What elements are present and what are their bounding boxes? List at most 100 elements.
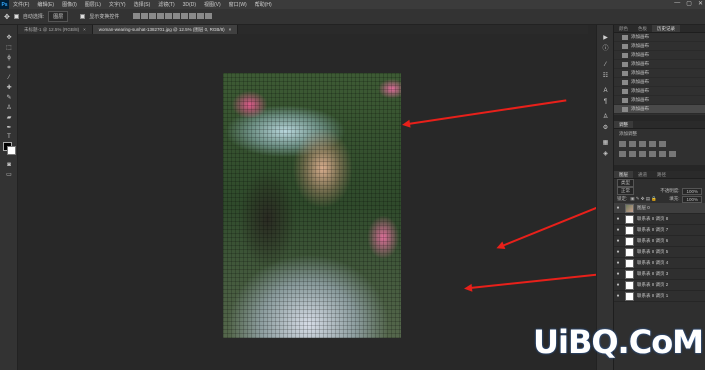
- layer-row[interactable]: ● 联系表 II 调页 6: [614, 236, 705, 247]
- layer-kind-dropdown[interactable]: 类型: [617, 179, 634, 187]
- history-item[interactable]: 添加画布: [614, 87, 705, 96]
- visibility-eye-icon[interactable]: ●: [614, 227, 622, 233]
- menu-layer[interactable]: 图层(L): [81, 1, 105, 8]
- crop-tool-icon[interactable]: ⌗: [4, 64, 14, 72]
- brush-tool-icon[interactable]: ✎: [4, 94, 14, 102]
- fill-field[interactable]: 100%: [682, 195, 702, 203]
- tab-paths[interactable]: 路径: [652, 171, 671, 178]
- lock-icons[interactable]: ▣ ✎ ✥ ▤ 🔒: [630, 196, 657, 202]
- opacity-field[interactable]: 100%: [682, 187, 702, 195]
- distribute-icon[interactable]: [181, 12, 189, 19]
- layer-row[interactable]: ● 联系表 II 调页 2: [614, 280, 705, 291]
- paragraph-icon[interactable]: A: [601, 87, 610, 95]
- clone-source-icon[interactable]: ♙: [601, 113, 610, 121]
- history-item[interactable]: 添加画布: [614, 60, 705, 69]
- layer-row[interactable]: ● 联系表 II 调页 1: [614, 291, 705, 302]
- mosaic-photo-woman-sunhat[interactable]: [223, 73, 401, 338]
- layer-row[interactable]: ● 联系表 II 调页 5: [614, 247, 705, 258]
- tab-swatches[interactable]: 色板: [633, 25, 652, 32]
- pen-tool-icon[interactable]: ✒: [4, 124, 14, 132]
- history-item[interactable]: 添加画布: [614, 96, 705, 105]
- tab-adjustments[interactable]: 调整: [614, 121, 633, 128]
- background-color-swatch[interactable]: [7, 146, 16, 155]
- tab-color[interactable]: 颜色: [614, 25, 633, 32]
- visibility-eye-icon[interactable]: ●: [614, 282, 622, 288]
- lasso-tool-icon[interactable]: ϕ: [4, 54, 14, 62]
- curves-icon[interactable]: [639, 141, 646, 147]
- align-middle-icon[interactable]: [165, 12, 173, 19]
- menu-help[interactable]: 帮助(H): [251, 1, 276, 8]
- visibility-eye-icon[interactable]: ●: [614, 260, 622, 266]
- visibility-eye-icon[interactable]: ●: [614, 216, 622, 222]
- tab-history[interactable]: 历史记录: [652, 25, 680, 32]
- more-options-icon[interactable]: [205, 12, 213, 19]
- maximize-button[interactable]: ▢: [686, 0, 692, 7]
- visibility-eye-icon[interactable]: ●: [614, 238, 622, 244]
- libraries-icon[interactable]: ▦: [601, 139, 610, 147]
- align-bottom-icon[interactable]: [173, 12, 181, 19]
- color-balance-icon[interactable]: [629, 151, 636, 157]
- vibrance-icon[interactable]: [659, 141, 666, 147]
- align-top-icon[interactable]: [157, 12, 165, 19]
- tab-layers[interactable]: 图层: [614, 171, 633, 178]
- bw-icon[interactable]: [639, 151, 646, 157]
- layer-row[interactable]: ● 图层 0: [614, 203, 705, 214]
- menu-filter[interactable]: 滤镜(T): [154, 1, 178, 8]
- layer-row[interactable]: ● 联系表 II 调页 3: [614, 269, 705, 280]
- menu-3d[interactable]: 3D(D): [179, 2, 200, 8]
- tab-close-icon[interactable]: ×: [229, 27, 232, 32]
- history-item[interactable]: 添加画布: [614, 33, 705, 42]
- quick-mask-icon[interactable]: ◙: [4, 161, 14, 169]
- visibility-eye-icon[interactable]: ●: [614, 271, 622, 277]
- info-icon[interactable]: ⓘ: [601, 45, 610, 53]
- healing-tool-icon[interactable]: ✚: [4, 84, 14, 92]
- blend-mode-dropdown[interactable]: 正常: [617, 187, 634, 195]
- play-icon[interactable]: ▶: [601, 34, 610, 42]
- auto-select-dropdown[interactable]: 图层: [48, 11, 69, 22]
- minimize-button[interactable]: —: [674, 0, 680, 7]
- history-item[interactable]: 添加画布: [614, 42, 705, 51]
- tab-untitled[interactable]: 未标题-1 @ 12.5% (RGB/8) ×: [18, 25, 93, 34]
- photo-filter-icon[interactable]: [649, 151, 656, 157]
- levels-icon[interactable]: [629, 141, 636, 147]
- close-button[interactable]: ✕: [698, 0, 703, 7]
- brush-settings-icon[interactable]: ⁄: [601, 61, 610, 69]
- align-center-icon[interactable]: [141, 12, 149, 19]
- exposure-icon[interactable]: [649, 141, 656, 147]
- screen-mode-icon[interactable]: ▭: [4, 171, 14, 179]
- menu-view[interactable]: 视图(V): [200, 1, 225, 8]
- history-item[interactable]: 添加画布: [614, 69, 705, 78]
- distribute-v-icon[interactable]: [197, 12, 205, 19]
- hue-icon[interactable]: [619, 151, 626, 157]
- visibility-eye-icon[interactable]: ●: [614, 293, 622, 299]
- layer-row[interactable]: ● 联系表 II 调页 7: [614, 225, 705, 236]
- menu-window[interactable]: 窗口(W): [225, 1, 251, 8]
- tab-close-icon[interactable]: ×: [83, 27, 86, 32]
- auto-select-checkbox[interactable]: [13, 14, 19, 19]
- type-tool-icon[interactable]: T: [4, 133, 14, 141]
- character-icon[interactable]: ¶: [601, 98, 610, 106]
- marquee-tool-icon[interactable]: ⬚: [4, 44, 14, 52]
- channel-mixer-icon[interactable]: [659, 151, 666, 157]
- menu-select[interactable]: 选择(S): [130, 1, 155, 8]
- move-tool-icon[interactable]: ✥: [4, 34, 14, 42]
- menu-type[interactable]: 文字(Y): [105, 1, 130, 8]
- menu-image[interactable]: 图像(I): [58, 1, 81, 8]
- tab-channels[interactable]: 通道: [633, 171, 652, 178]
- visibility-eye-icon[interactable]: ●: [614, 249, 622, 255]
- eraser-tool-icon[interactable]: ▰: [4, 114, 14, 122]
- eyedropper-tool-icon[interactable]: ⁄: [4, 74, 14, 82]
- visibility-eye-icon[interactable]: ●: [614, 205, 622, 211]
- move-tool-icon[interactable]: ✥: [4, 13, 10, 21]
- brightness-icon[interactable]: [619, 141, 626, 147]
- distribute-h-icon[interactable]: [189, 12, 197, 19]
- adjust-icon[interactable]: ☷: [601, 72, 610, 80]
- stamp-tool-icon[interactable]: ♙: [4, 104, 14, 112]
- align-left-icon[interactable]: [133, 12, 141, 19]
- 3d-icon[interactable]: ◈: [601, 150, 610, 158]
- history-item[interactable]: 添加画布: [614, 78, 705, 87]
- menu-file[interactable]: 文件(F): [9, 1, 33, 8]
- transform-controls-checkbox[interactable]: [80, 14, 86, 19]
- history-item[interactable]: 添加画布: [614, 105, 705, 114]
- history-item[interactable]: 添加画布: [614, 51, 705, 60]
